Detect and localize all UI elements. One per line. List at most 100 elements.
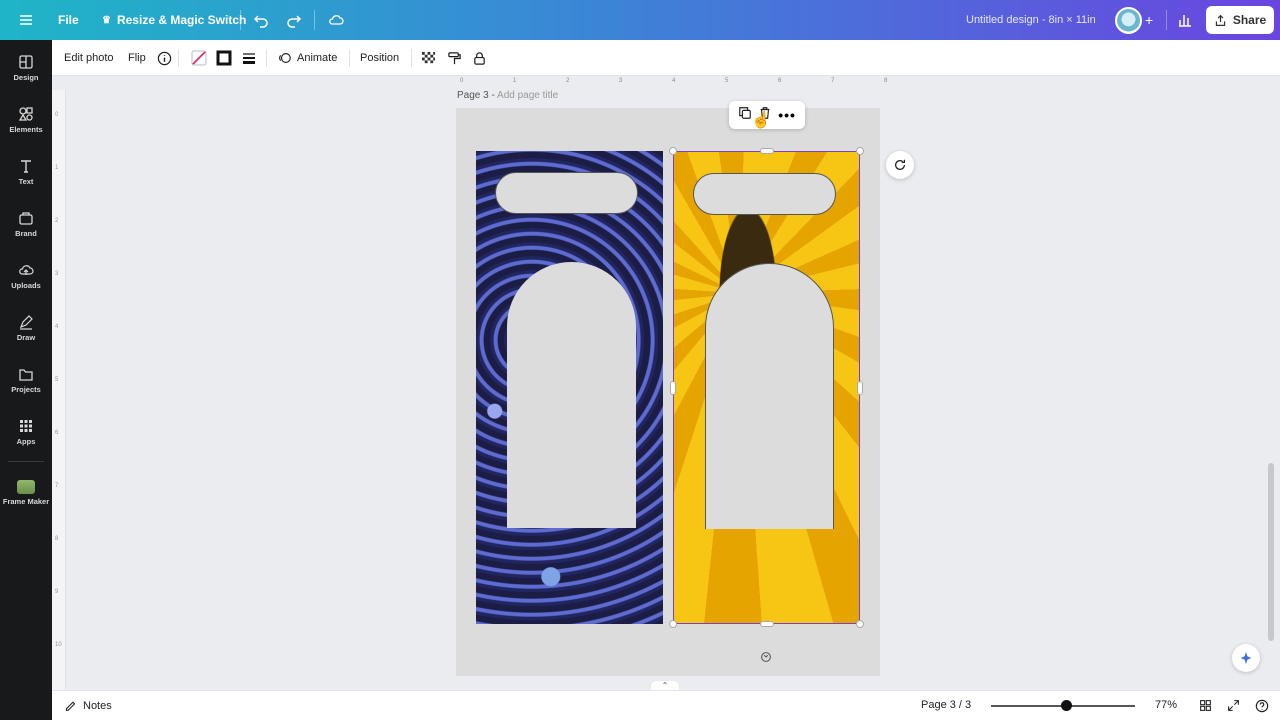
sidebar-item-label: Projects — [11, 385, 41, 394]
sidebar-item-text[interactable]: Text — [0, 158, 52, 186]
divider — [178, 49, 179, 67]
page-indicator[interactable]: Page 3 / 3 — [921, 699, 971, 711]
lock-icon[interactable] — [472, 49, 487, 67]
top-bar: File ♛ Resize & Magic Switch Untitled de… — [0, 0, 1280, 40]
ruler-label: 1 — [513, 78, 517, 84]
position-label: Position — [360, 52, 400, 64]
avatar[interactable] — [1115, 7, 1142, 34]
sidebar-item-projects[interactable]: Projects — [0, 366, 52, 394]
animate-icon — [279, 53, 291, 63]
ruler-label: 7 — [831, 78, 835, 84]
resize-handle[interactable] — [669, 147, 677, 155]
resize-handle[interactable] — [669, 620, 677, 628]
sidebar-item-elements[interactable]: Elements — [0, 106, 52, 134]
divider — [8, 461, 44, 462]
flip-button[interactable]: Flip — [128, 49, 146, 67]
zoom-slider-knob[interactable] — [1061, 700, 1072, 711]
blue-flowers-frame[interactable] — [476, 151, 663, 624]
ruler-label: 1 — [55, 165, 59, 171]
file-menu[interactable]: File — [58, 13, 79, 27]
resize-handle[interactable] — [857, 381, 863, 395]
apps-icon — [20, 420, 32, 432]
sidebar-item-label: Brand — [15, 229, 37, 238]
arch-shape[interactable] — [705, 263, 834, 529]
insights-chart-icon[interactable] — [1177, 12, 1193, 28]
more-options-icon[interactable]: ••• — [778, 107, 796, 123]
ruler-label: 2 — [566, 78, 570, 84]
ruler-label: 5 — [55, 377, 59, 383]
sidebar-item-draw[interactable]: Draw — [0, 314, 52, 342]
animate-label: Animate — [297, 52, 338, 64]
transparency-icon[interactable] — [421, 49, 436, 67]
ruler-label: 0 — [55, 112, 59, 118]
resize-handle[interactable] — [760, 148, 774, 154]
divider — [314, 10, 315, 30]
share-icon — [1215, 14, 1225, 26]
help-icon[interactable] — [1255, 699, 1269, 713]
border-style-icon[interactable] — [216, 49, 232, 67]
sidebar-item-frame-maker[interactable]: Frame Maker — [0, 480, 52, 506]
ruler-label: 5 — [725, 78, 729, 84]
sidebar-item-uploads[interactable]: Uploads — [0, 262, 52, 290]
edit-photo-button[interactable]: Edit photo — [64, 49, 114, 67]
paint-roller-icon[interactable] — [447, 49, 462, 67]
sidebar-item-apps[interactable]: Apps — [0, 418, 52, 446]
cloud-save-icon[interactable] — [328, 12, 344, 28]
arch-shape[interactable] — [507, 262, 636, 528]
resize-handle[interactable] — [856, 620, 864, 628]
document-title[interactable]: Untitled design - 8in × 11in — [966, 14, 1096, 26]
hand-cursor-icon: ☝ — [751, 112, 771, 129]
resize-handle[interactable] — [760, 621, 774, 627]
bottom-bar: Notes Page 3 / 3 77% — [52, 690, 1280, 720]
magic-assistant-button[interactable] — [1232, 644, 1260, 672]
redo-icon[interactable] — [286, 12, 302, 28]
sidebar-item-brand[interactable]: Brand — [0, 210, 52, 238]
yellow-flowers-frame[interactable] — [673, 151, 860, 624]
rotate-handle-icon[interactable] — [757, 648, 775, 666]
sidebar-item-design[interactable]: Design — [0, 54, 52, 82]
zoom-level[interactable]: 77% — [1155, 699, 1177, 711]
uploads-icon — [19, 265, 34, 275]
share-button[interactable]: Share — [1206, 6, 1274, 34]
info-icon[interactable] — [157, 49, 172, 67]
ruler-label: 4 — [55, 324, 59, 330]
ruler-label: 2 — [55, 218, 59, 224]
divider — [349, 49, 350, 67]
elements-icon — [18, 107, 33, 121]
position-button[interactable]: Position — [360, 49, 399, 67]
rotate-refresh-button[interactable] — [886, 151, 914, 179]
notes-label: Notes — [83, 699, 112, 712]
grid-view-icon[interactable] — [1199, 699, 1212, 712]
share-label: Share — [1232, 13, 1267, 27]
notes-icon — [65, 701, 76, 711]
frame-maker-icon — [17, 480, 35, 494]
resize-handle[interactable] — [856, 147, 864, 155]
no-fill-color-icon[interactable] — [191, 49, 207, 67]
fullscreen-icon[interactable] — [1227, 699, 1240, 712]
edit-photo-label: Edit photo — [64, 52, 114, 64]
page-title[interactable]: Page 3 - Add page title — [457, 90, 558, 101]
ruler-label: 8 — [884, 78, 888, 84]
crown-icon: ♛ — [102, 14, 111, 26]
sidebar-item-label: Text — [18, 177, 34, 186]
pill-shape[interactable] — [495, 172, 638, 214]
resize-magic-switch-button[interactable]: ♛ Resize & Magic Switch — [102, 13, 246, 27]
zoom-level-text: 77% — [1155, 699, 1178, 711]
left-ruler: 0 1 2 3 4 5 6 7 8 9 10 — [52, 90, 66, 690]
sidebar-item-label: Frame Maker — [2, 497, 50, 506]
duplicate-icon[interactable] — [738, 106, 752, 125]
sparkle-icon — [1240, 651, 1252, 665]
add-collaborator-icon[interactable]: + — [1145, 12, 1153, 28]
undo-icon[interactable] — [253, 12, 269, 28]
divider — [1166, 10, 1167, 30]
vertical-scrollbar[interactable] — [1268, 463, 1274, 641]
pill-shape[interactable] — [693, 173, 836, 215]
menu-icon[interactable] — [18, 12, 34, 28]
resize-handle[interactable] — [670, 381, 676, 395]
animate-button[interactable]: Animate — [278, 49, 337, 67]
border-weight-icon[interactable] — [241, 49, 257, 67]
sidebar-item-label: Draw — [16, 333, 36, 342]
ruler-label: 0 — [460, 78, 464, 84]
notes-button[interactable]: Notes — [64, 699, 112, 712]
text-icon — [21, 160, 31, 173]
